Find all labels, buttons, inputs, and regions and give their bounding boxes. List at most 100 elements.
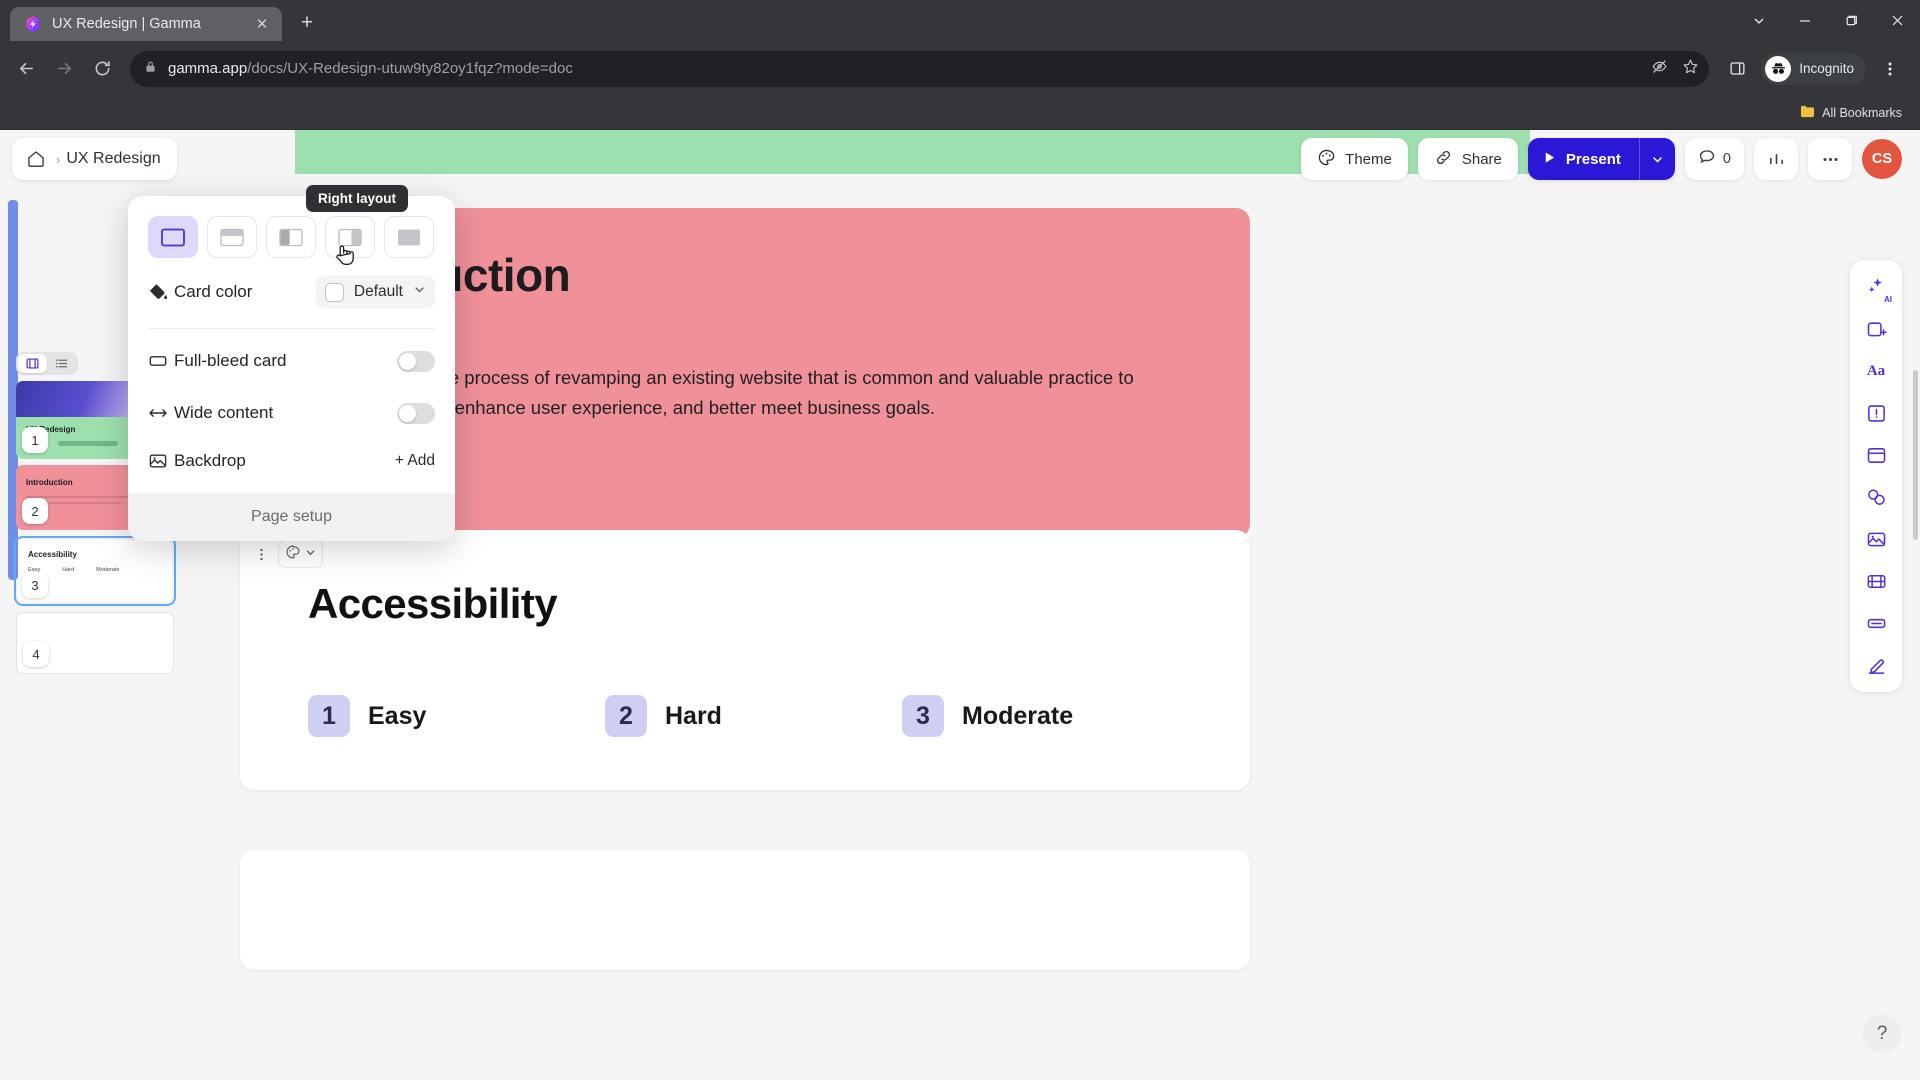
home-icon[interactable]: [22, 145, 50, 173]
wide-content-row[interactable]: Wide content: [128, 389, 455, 437]
callout-icon[interactable]: [1856, 393, 1896, 433]
slide-number: 3: [22, 572, 48, 598]
add-card-icon[interactable]: [1856, 309, 1896, 349]
toggle-knob: [399, 352, 416, 370]
doc-title[interactable]: UX Redesign: [66, 150, 160, 168]
theme-button[interactable]: Theme: [1301, 138, 1408, 180]
layout-option-full[interactable]: [148, 216, 198, 258]
reload-button[interactable]: [84, 51, 120, 87]
slide-number: 2: [22, 498, 48, 524]
add-backdrop-button[interactable]: + Add: [395, 452, 435, 470]
wide-content-label: Wide content: [174, 403, 274, 422]
profile-chip[interactable]: Incognito: [1761, 52, 1866, 85]
share-button[interactable]: Share: [1417, 138, 1518, 180]
close-window-icon[interactable]: [1874, 0, 1920, 41]
page-title: Accessibility: [308, 580, 558, 627]
url-text: gamma.app/docs/UX-Redesign-utuw9ty82oy1f…: [168, 60, 573, 77]
ai-icon[interactable]: AI: [1856, 267, 1896, 307]
thumb-item: Moderate: [96, 567, 120, 573]
link-icon: [1434, 148, 1453, 171]
slide-number: 1: [22, 427, 48, 453]
layout-icon[interactable]: [1856, 435, 1896, 475]
close-tab-icon[interactable]: ✕: [252, 14, 272, 34]
image-icon[interactable]: [1856, 519, 1896, 559]
layout-option-background[interactable]: [384, 216, 434, 258]
folder-icon: [1800, 105, 1815, 121]
list-item: 1 Easy: [308, 695, 605, 737]
help-button[interactable]: ?: [1862, 1014, 1902, 1054]
tooltip: Right layout: [306, 185, 408, 212]
bookmark-star-icon[interactable]: [1682, 58, 1699, 80]
tab-search-icon[interactable]: [1736, 0, 1782, 41]
breadcrumb: › UX Redesign: [12, 138, 177, 180]
backdrop-row[interactable]: Backdrop + Add: [128, 437, 455, 485]
item-label: Moderate: [962, 701, 1074, 730]
ai-label: AI: [1884, 295, 1892, 304]
page-setup-button[interactable]: Page setup: [128, 493, 455, 541]
comment-count: 0: [1722, 151, 1731, 167]
forward-button[interactable]: [46, 51, 82, 87]
scrollbar[interactable]: [1913, 370, 1918, 540]
list-view-icon[interactable]: [47, 354, 76, 373]
list-item[interactable]: 4: [16, 612, 174, 674]
more-options-button[interactable]: [1808, 138, 1852, 180]
card-layout-popover: Card color Default Full-bleed card Wide …: [128, 196, 455, 541]
embed-icon[interactable]: [1856, 603, 1896, 643]
page-setup-label: Page setup: [251, 508, 332, 525]
wide-content-toggle[interactable]: [397, 402, 435, 424]
app-header: › UX Redesign Theme Share Present 0 CS: [0, 130, 1920, 190]
card-palette-button[interactable]: [278, 540, 323, 568]
lock-icon: [144, 60, 157, 78]
layout-option-top[interactable]: [207, 216, 257, 258]
avatar[interactable]: CS: [1862, 139, 1902, 179]
profile-label: Incognito: [1799, 61, 1854, 76]
chrome-menu-icon[interactable]: [1872, 51, 1908, 87]
present-label: Present: [1565, 150, 1621, 168]
kebab-menu-icon[interactable]: [248, 540, 275, 568]
text-icon[interactable]: Aa: [1856, 351, 1896, 391]
all-bookmarks-label: All Bookmarks: [1822, 105, 1902, 120]
maximize-icon[interactable]: [1828, 0, 1874, 41]
minimize-icon[interactable]: [1782, 0, 1828, 41]
card-color-value: Default: [353, 283, 403, 300]
browser-tab[interactable]: UX Redesign | Gamma ✕: [10, 7, 282, 41]
list-item: Accessibility: [28, 550, 77, 559]
shapes-icon[interactable]: [1856, 477, 1896, 517]
share-label: Share: [1461, 150, 1502, 168]
divider: [148, 328, 435, 329]
full-bleed-toggle[interactable]: [397, 350, 435, 372]
draw-icon[interactable]: [1856, 645, 1896, 685]
analytics-button[interactable]: [1754, 138, 1798, 180]
side-panel-icon[interactable]: [1719, 51, 1755, 87]
url-domain: gamma.app: [168, 60, 248, 77]
list-item: 3 Moderate: [902, 695, 1199, 737]
comments-button[interactable]: 0: [1684, 138, 1744, 180]
gamma-logo-icon: [24, 15, 42, 33]
video-icon[interactable]: [1856, 561, 1896, 601]
grid-view-icon[interactable]: [18, 354, 47, 373]
accessibility-card[interactable]: Accessibility 1 Easy 2 Hard 3 Moderate: [240, 530, 1250, 790]
address-bar[interactable]: gamma.app/docs/UX-Redesign-utuw9ty82oy1f…: [130, 50, 1710, 87]
header-actions: Theme Share Present 0 CS: [1301, 138, 1902, 180]
all-bookmarks-button[interactable]: All Bookmarks: [1800, 105, 1902, 121]
tracking-protection-icon[interactable]: [1651, 58, 1668, 80]
full-bleed-row[interactable]: Full-bleed card: [128, 333, 455, 389]
next-card[interactable]: [240, 850, 1250, 970]
new-tab-button[interactable]: +: [292, 8, 322, 38]
item-number: 2: [605, 695, 647, 737]
theme-label: Theme: [1345, 150, 1392, 168]
toggle-knob: [399, 404, 416, 422]
present-dropdown-icon[interactable]: [1638, 138, 1675, 180]
breadcrumb-separator: ›: [56, 151, 61, 167]
item-label: Hard: [665, 701, 722, 730]
thumb-item: Hard: [62, 567, 75, 573]
right-toolbar: AI Aa: [1850, 260, 1902, 692]
gamma-app: › UX Redesign Theme Share Present 0 CS U…: [0, 130, 1920, 1080]
list-item[interactable]: Accessibility Easy Hard Moderate 3: [14, 536, 176, 606]
present-button[interactable]: Present: [1527, 138, 1639, 180]
layout-option-left[interactable]: [266, 216, 316, 258]
card-color-select[interactable]: Default: [315, 275, 435, 309]
thumb-line: [58, 441, 118, 446]
back-button[interactable]: [8, 51, 44, 87]
palette-icon: [1317, 148, 1336, 171]
